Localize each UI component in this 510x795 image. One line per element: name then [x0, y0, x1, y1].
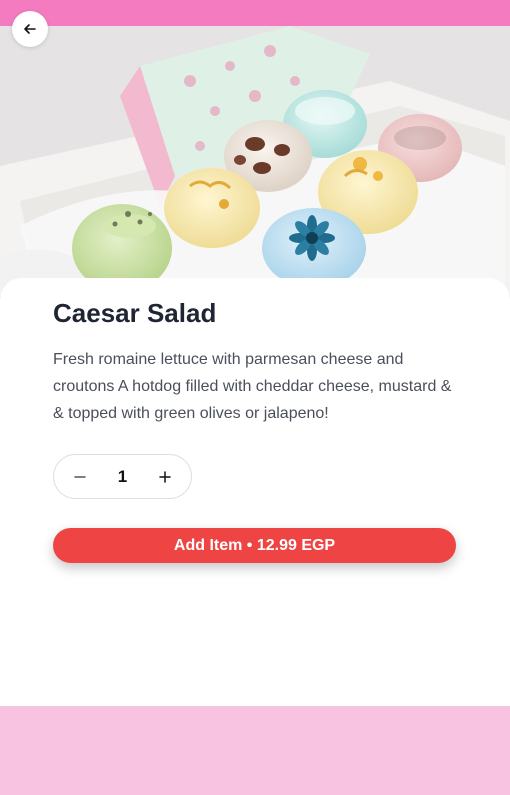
plus-icon: [159, 470, 171, 483]
product-photo: [0, 26, 510, 296]
back-button[interactable]: [12, 11, 48, 47]
product-image: [0, 26, 510, 296]
minus-icon: [74, 475, 86, 478]
add-item-button[interactable]: Add Item • 12.99 EGP: [53, 528, 456, 563]
blue-flower-bath-bomb: [262, 208, 366, 288]
yellow-bath-bomb: [164, 168, 260, 248]
product-details-sheet: Caesar Salad Fresh romaine lettuce with …: [0, 278, 510, 706]
quantity-stepper: 1: [53, 454, 192, 499]
arrow-left-icon: [24, 24, 36, 34]
top-bar: [0, 0, 510, 26]
product-title: Caesar Salad: [53, 298, 217, 328]
product-description: Fresh romaine lettuce with parmesan chee…: [53, 351, 452, 422]
decrement-button[interactable]: [68, 465, 92, 489]
increment-button[interactable]: [153, 465, 177, 489]
quantity-value: 1: [117, 466, 128, 486]
